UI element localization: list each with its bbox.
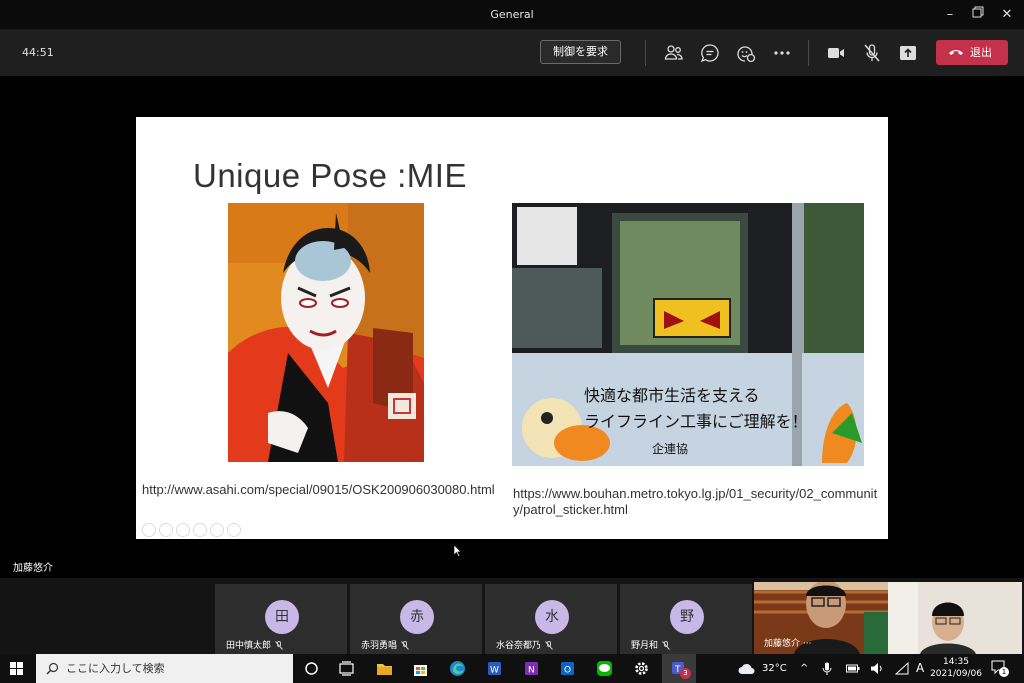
meeting-toolbar: 44:51 制御を要求 退出 xyxy=(0,30,1024,76)
minimize-button[interactable]: – xyxy=(940,5,960,25)
kabuki-photo xyxy=(228,203,424,462)
volume-icon[interactable] xyxy=(870,662,884,675)
leave-button[interactable]: 退出 xyxy=(936,40,1008,65)
store-icon[interactable] xyxy=(410,658,431,679)
restore-button[interactable] xyxy=(968,5,988,25)
next-slide-icon[interactable] xyxy=(159,523,173,537)
sticker-line3: 企連協 xyxy=(652,441,688,456)
title-bar: General – ✕ xyxy=(0,0,1024,30)
file-explorer-icon[interactable] xyxy=(374,658,395,679)
divider xyxy=(808,40,809,66)
participant-name: 赤羽勇唱 xyxy=(361,641,398,651)
mic-off-icon xyxy=(275,641,283,650)
onenote-icon[interactable]: N xyxy=(521,658,542,679)
meeting-timer: 44:51 xyxy=(22,46,54,59)
chevron-up-icon[interactable]: ^ xyxy=(800,654,808,683)
microphone-icon[interactable] xyxy=(822,662,832,676)
presentation-slide: Unique Pose :MIE 快適な都市生活を支える ライフライン工事にご理… xyxy=(136,117,888,539)
sticker-line1: 快適な都市生活を支える xyxy=(584,386,760,405)
notification-count: 1 xyxy=(999,667,1009,677)
participant-tile[interactable]: 野 野月和 xyxy=(620,584,752,654)
camera-icon xyxy=(828,48,844,58)
reaction-icon xyxy=(737,46,756,63)
window-title: General xyxy=(490,8,534,21)
more-icon xyxy=(774,51,790,55)
participant-name: 水谷奈都乃 xyxy=(496,641,542,651)
line-app-icon[interactable] xyxy=(594,658,615,679)
slides-icon[interactable] xyxy=(193,523,207,537)
notification-center-button[interactable]: 1 xyxy=(990,659,1010,679)
taskbar-search-box[interactable]: ここに入力して検索 xyxy=(36,654,293,683)
mouse-cursor-icon xyxy=(454,545,462,557)
mic-off-icon xyxy=(662,641,670,650)
participant-name: 田中慎太郎 xyxy=(226,641,272,651)
windows-start-icon[interactable] xyxy=(10,662,23,675)
self-video-tile[interactable] xyxy=(888,582,1022,654)
avatar: 水 xyxy=(535,600,569,634)
task-view-icon[interactable] xyxy=(336,658,357,679)
search-icon xyxy=(46,662,59,675)
taskbar-clock[interactable]: 14:35 2021/09/06 xyxy=(930,656,982,680)
svg-text:O: O xyxy=(564,666,571,676)
temperature[interactable]: 32°C xyxy=(762,654,787,683)
avatar: 野 xyxy=(670,600,704,634)
windows-taskbar: ここに入力して検索 W N O T 3 32°C ^ A 14:35 2021/… xyxy=(0,654,1024,683)
teams-taskbar-button[interactable]: T 3 xyxy=(662,654,696,683)
clock-time: 14:35 xyxy=(943,657,969,667)
settings-icon[interactable] xyxy=(631,658,652,679)
presenter-name: 加藤悠介 xyxy=(13,563,53,574)
restore-icon xyxy=(972,6,984,18)
mic-off-icon xyxy=(545,641,553,650)
svg-text:N: N xyxy=(528,666,535,676)
sticker-line2: ライフライン工事にご理解を！ xyxy=(584,412,808,431)
participant-tile[interactable]: 水 水谷奈都乃 xyxy=(485,584,617,654)
camera-button[interactable] xyxy=(824,41,848,65)
edge-icon[interactable] xyxy=(447,658,468,679)
weather-cloud-icon[interactable] xyxy=(738,662,756,675)
participant-tile[interactable]: 田 田中慎太郎 xyxy=(215,584,347,654)
slide-title: Unique Pose :MIE xyxy=(193,157,467,194)
chat-icon xyxy=(700,44,719,63)
kabuki-source-url: http://www.asahi.com/special/09015/OSK20… xyxy=(142,482,495,497)
prev-slide-icon[interactable] xyxy=(142,523,156,537)
teams-badge: 3 xyxy=(680,668,691,679)
close-button[interactable]: ✕ xyxy=(997,5,1017,25)
more-icon[interactable] xyxy=(227,523,241,537)
share-button[interactable] xyxy=(896,41,920,65)
request-control-button[interactable]: 制御を要求 xyxy=(540,40,621,64)
avatar: 赤 xyxy=(400,600,434,634)
hang-up-icon xyxy=(949,50,963,55)
zoom-icon[interactable] xyxy=(210,523,224,537)
clock-date: 2021/09/06 xyxy=(930,669,982,679)
leave-label: 退出 xyxy=(970,46,992,59)
people-icon xyxy=(664,45,683,60)
battery-icon[interactable] xyxy=(846,663,860,674)
avatar: 田 xyxy=(265,600,299,634)
search-placeholder: ここに入力して検索 xyxy=(66,662,165,675)
share-screen-icon xyxy=(900,46,916,60)
ime-indicator[interactable]: A xyxy=(916,654,924,683)
outlook-icon[interactable]: O xyxy=(557,658,578,679)
bus-sticker-photo: 快適な都市生活を支える ライフライン工事にご理解を！ 企連協 xyxy=(512,203,864,466)
participant-name: 野月和 xyxy=(631,641,659,651)
divider xyxy=(645,40,646,66)
participant-tile[interactable]: 赤 赤羽勇唱 xyxy=(350,584,482,654)
chat-button[interactable] xyxy=(698,41,722,65)
more-actions-button[interactable] xyxy=(770,41,794,65)
mic-off-icon xyxy=(864,44,880,62)
bus-source-url: https://www.bouhan.metro.tokyo.lg.jp/01_… xyxy=(513,486,878,517)
wifi-icon[interactable] xyxy=(895,662,909,675)
pen-icon[interactable] xyxy=(176,523,190,537)
mic-off-icon xyxy=(401,641,409,650)
reactions-button[interactable] xyxy=(734,41,758,65)
word-icon[interactable]: W xyxy=(484,658,505,679)
participants-button[interactable] xyxy=(662,41,686,65)
cortana-icon[interactable] xyxy=(301,658,322,679)
video-participant-name: 加藤悠介 xyxy=(764,639,801,649)
slide-controls xyxy=(142,523,241,537)
mic-button[interactable] xyxy=(860,41,884,65)
svg-text:W: W xyxy=(490,666,499,676)
presenter-video-tile[interactable]: 加藤悠介 ··· xyxy=(754,582,888,654)
